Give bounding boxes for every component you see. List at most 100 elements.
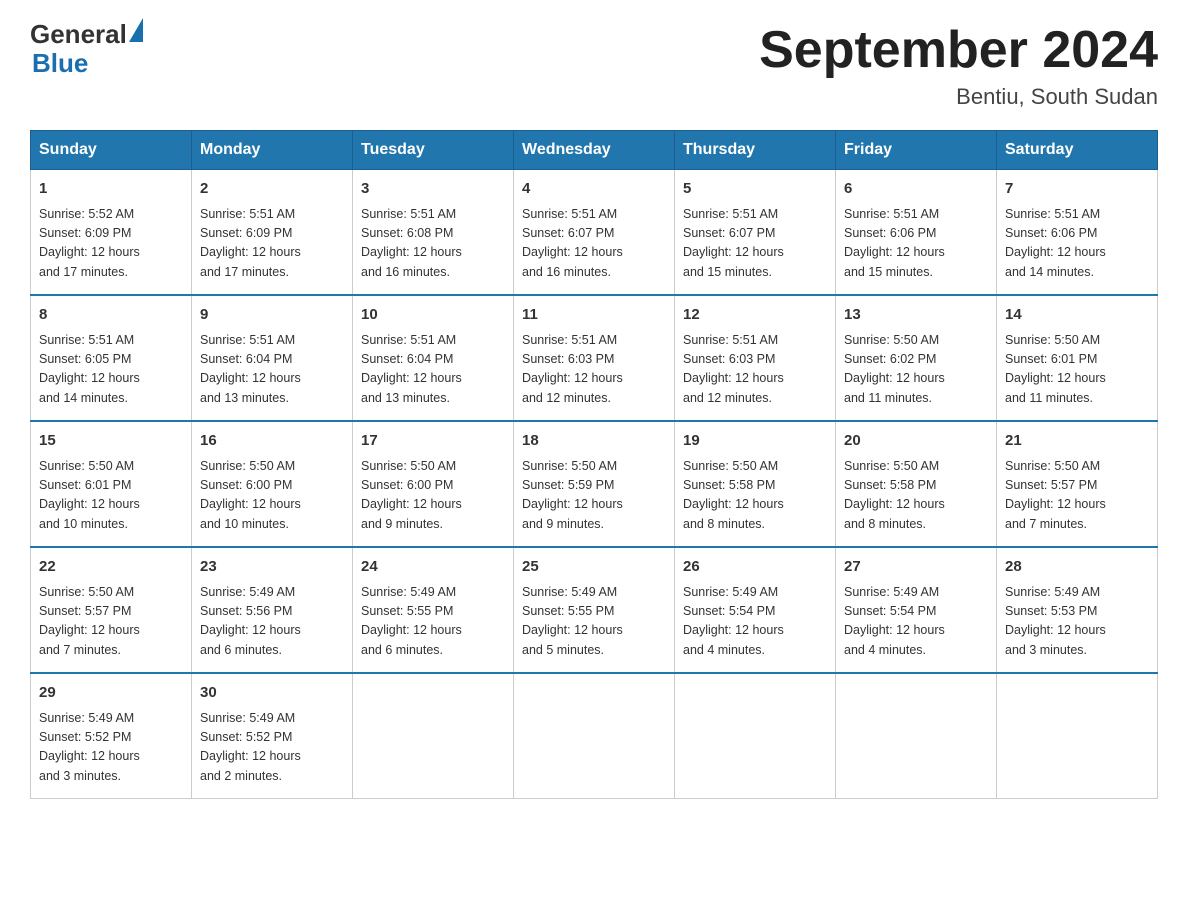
day-number: 25 <box>522 556 666 579</box>
page-header: General Blue September 2024 Bentiu, Sout… <box>30 20 1158 110</box>
calendar-cell: 3Sunrise: 5:51 AMSunset: 6:08 PMDaylight… <box>353 170 514 296</box>
day-number: 8 <box>39 304 183 327</box>
calendar-cell <box>514 673 675 799</box>
day-info: Sunrise: 5:51 AMSunset: 6:05 PMDaylight:… <box>39 331 183 409</box>
logo-general: General <box>30 20 127 49</box>
calendar-cell: 10 Sunrise: 5:51 AMSunset: 6:04 PMDayligh… <box>353 295 514 421</box>
day-number: 3 <box>361 178 505 201</box>
column-header-thursday: Thursday <box>675 131 836 170</box>
column-header-tuesday: Tuesday <box>353 131 514 170</box>
calendar-cell: 21Sunrise: 5:50 AMSunset: 5:57 PMDayligh… <box>997 421 1158 547</box>
calendar-cell: 6 Sunrise: 5:51 AMSunset: 6:06 PMDaylight… <box>836 170 997 296</box>
day-number: 23 <box>200 556 344 579</box>
day-info: Sunrise: 5:51 AMSunset: 6:07 PMDaylight:… <box>522 205 666 283</box>
day-number: 11 <box>522 304 666 327</box>
calendar-cell: 1Sunrise: 5:52 AMSunset: 6:09 PMDaylight… <box>31 170 192 296</box>
day-info: Sunrise: 5:51 AMSunset: 6:03 PMDaylight:… <box>522 331 666 409</box>
day-number: 12 <box>683 304 827 327</box>
day-number: 26 <box>683 556 827 579</box>
day-info: Sunrise: 5:49 AMSunset: 5:52 PMDaylight:… <box>200 709 344 787</box>
month-title: September 2024 <box>759 20 1158 80</box>
day-number: 22 <box>39 556 183 579</box>
calendar-cell: 26Sunrise: 5:49 AMSunset: 5:54 PMDayligh… <box>675 547 836 673</box>
calendar-cell: 19 Sunrise: 5:50 AMSunset: 5:58 PMDayligh… <box>675 421 836 547</box>
logo-blue-text: Blue <box>32 49 143 78</box>
day-number: 6 <box>844 178 988 201</box>
day-info: Sunrise: 5:51 AMSunset: 6:03 PMDaylight:… <box>683 331 827 409</box>
calendar-cell: 4 Sunrise: 5:51 AMSunset: 6:07 PMDaylight… <box>514 170 675 296</box>
day-number: 9 <box>200 304 344 327</box>
calendar-cell: 25 Sunrise: 5:49 AMSunset: 5:55 PMDayligh… <box>514 547 675 673</box>
day-number: 20 <box>844 430 988 453</box>
day-number: 4 <box>522 178 666 201</box>
calendar-week-row: 1Sunrise: 5:52 AMSunset: 6:09 PMDaylight… <box>31 170 1158 296</box>
calendar-cell: 22 Sunrise: 5:50 AMSunset: 5:57 PMDayligh… <box>31 547 192 673</box>
day-info: Sunrise: 5:50 AMSunset: 5:59 PMDaylight:… <box>522 457 666 535</box>
calendar-cell: 27Sunrise: 5:49 AMSunset: 5:54 PMDayligh… <box>836 547 997 673</box>
day-number: 28 <box>1005 556 1149 579</box>
day-info: Sunrise: 5:50 AMSunset: 5:57 PMDaylight:… <box>39 583 183 661</box>
calendar-cell: 13Sunrise: 5:50 AMSunset: 6:02 PMDayligh… <box>836 295 997 421</box>
calendar-week-row: 8 Sunrise: 5:51 AMSunset: 6:05 PMDaylight… <box>31 295 1158 421</box>
day-info: Sunrise: 5:51 AMSunset: 6:06 PMDaylight:… <box>1005 205 1149 283</box>
calendar-cell: 16 Sunrise: 5:50 AMSunset: 6:00 PMDayligh… <box>192 421 353 547</box>
day-info: Sunrise: 5:51 AMSunset: 6:06 PMDaylight:… <box>844 205 988 283</box>
day-info: Sunrise: 5:50 AMSunset: 6:01 PMDaylight:… <box>1005 331 1149 409</box>
day-info: Sunrise: 5:50 AMSunset: 6:01 PMDaylight:… <box>39 457 183 535</box>
calendar-cell: 17 Sunrise: 5:50 AMSunset: 6:00 PMDayligh… <box>353 421 514 547</box>
calendar-cell: 20 Sunrise: 5:50 AMSunset: 5:58 PMDayligh… <box>836 421 997 547</box>
calendar-cell: 15Sunrise: 5:50 AMSunset: 6:01 PMDayligh… <box>31 421 192 547</box>
day-info: Sunrise: 5:50 AMSunset: 6:00 PMDaylight:… <box>200 457 344 535</box>
logo: General Blue <box>30 20 143 77</box>
calendar-week-row: 22 Sunrise: 5:50 AMSunset: 5:57 PMDayligh… <box>31 547 1158 673</box>
day-number: 30 <box>200 682 344 705</box>
calendar-cell: 5Sunrise: 5:51 AMSunset: 6:07 PMDaylight… <box>675 170 836 296</box>
calendar-cell: 29 Sunrise: 5:49 AMSunset: 5:52 PMDayligh… <box>31 673 192 799</box>
calendar-week-row: 15Sunrise: 5:50 AMSunset: 6:01 PMDayligh… <box>31 421 1158 547</box>
day-info: Sunrise: 5:50 AMSunset: 5:58 PMDaylight:… <box>683 457 827 535</box>
day-number: 27 <box>844 556 988 579</box>
calendar-cell <box>997 673 1158 799</box>
column-header-friday: Friday <box>836 131 997 170</box>
day-info: Sunrise: 5:51 AMSunset: 6:04 PMDaylight:… <box>200 331 344 409</box>
day-number: 29 <box>39 682 183 705</box>
day-info: Sunrise: 5:49 AMSunset: 5:52 PMDaylight:… <box>39 709 183 787</box>
day-info: Sunrise: 5:51 AMSunset: 6:09 PMDaylight:… <box>200 205 344 283</box>
calendar-cell <box>675 673 836 799</box>
day-info: Sunrise: 5:51 AMSunset: 6:04 PMDaylight:… <box>361 331 505 409</box>
day-number: 17 <box>361 430 505 453</box>
logo-triangle-icon <box>129 18 143 42</box>
day-number: 2 <box>200 178 344 201</box>
day-info: Sunrise: 5:50 AMSunset: 5:58 PMDaylight:… <box>844 457 988 535</box>
calendar-cell: 14Sunrise: 5:50 AMSunset: 6:01 PMDayligh… <box>997 295 1158 421</box>
column-header-saturday: Saturday <box>997 131 1158 170</box>
day-number: 5 <box>683 178 827 201</box>
day-info: Sunrise: 5:49 AMSunset: 5:55 PMDaylight:… <box>361 583 505 661</box>
calendar-cell: 9 Sunrise: 5:51 AMSunset: 6:04 PMDaylight… <box>192 295 353 421</box>
day-info: Sunrise: 5:49 AMSunset: 5:53 PMDaylight:… <box>1005 583 1149 661</box>
day-number: 24 <box>361 556 505 579</box>
calendar-cell: 7 Sunrise: 5:51 AMSunset: 6:06 PMDaylight… <box>997 170 1158 296</box>
location: Bentiu, South Sudan <box>759 84 1158 110</box>
calendar-cell: 8 Sunrise: 5:51 AMSunset: 6:05 PMDaylight… <box>31 295 192 421</box>
calendar-cell <box>353 673 514 799</box>
day-number: 1 <box>39 178 183 201</box>
column-header-sunday: Sunday <box>31 131 192 170</box>
calendar-cell: 11 Sunrise: 5:51 AMSunset: 6:03 PMDayligh… <box>514 295 675 421</box>
day-number: 7 <box>1005 178 1149 201</box>
calendar-cell: 24 Sunrise: 5:49 AMSunset: 5:55 PMDayligh… <box>353 547 514 673</box>
day-number: 16 <box>200 430 344 453</box>
calendar-cell: 2 Sunrise: 5:51 AMSunset: 6:09 PMDaylight… <box>192 170 353 296</box>
day-number: 19 <box>683 430 827 453</box>
day-info: Sunrise: 5:50 AMSunset: 6:00 PMDaylight:… <box>361 457 505 535</box>
calendar-cell: 12 Sunrise: 5:51 AMSunset: 6:03 PMDayligh… <box>675 295 836 421</box>
calendar-week-row: 29 Sunrise: 5:49 AMSunset: 5:52 PMDayligh… <box>31 673 1158 799</box>
calendar-header-row: SundayMondayTuesdayWednesdayThursdayFrid… <box>31 131 1158 170</box>
calendar-cell <box>836 673 997 799</box>
day-info: Sunrise: 5:50 AMSunset: 5:57 PMDaylight:… <box>1005 457 1149 535</box>
column-header-wednesday: Wednesday <box>514 131 675 170</box>
day-number: 10 <box>361 304 505 327</box>
day-info: Sunrise: 5:49 AMSunset: 5:55 PMDaylight:… <box>522 583 666 661</box>
day-info: Sunrise: 5:50 AMSunset: 6:02 PMDaylight:… <box>844 331 988 409</box>
calendar-table: SundayMondayTuesdayWednesdayThursdayFrid… <box>30 130 1158 799</box>
